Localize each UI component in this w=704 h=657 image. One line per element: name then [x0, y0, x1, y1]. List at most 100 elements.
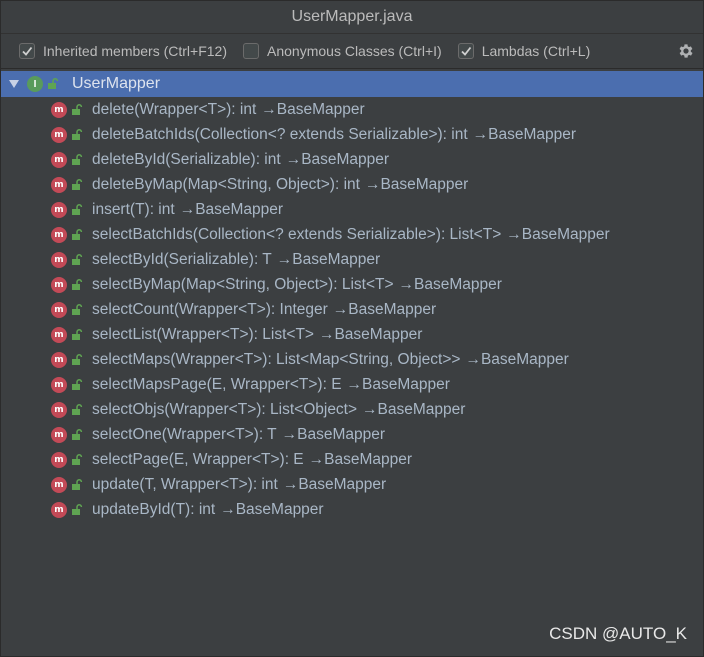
- method-icon: m: [51, 276, 67, 293]
- method-row[interactable]: m deleteBatchIds(Collection<? extends Se…: [1, 122, 703, 147]
- method-signature: selectMaps(Wrapper<T>): List<Map<String,…: [92, 350, 461, 368]
- method-icon: m: [51, 426, 67, 443]
- gear-icon[interactable]: [677, 42, 695, 60]
- method-signature: selectObjs(Wrapper<T>): List<Object>: [92, 400, 358, 418]
- method-origin: →BaseMapper: [261, 100, 365, 118]
- public-lock-icon: [48, 78, 59, 89]
- public-lock-icon: [72, 228, 83, 240]
- method-icon: m: [51, 151, 67, 168]
- method-row[interactable]: m selectOne(Wrapper<T>): T →BaseMapper: [1, 422, 703, 447]
- method-icon: m: [51, 176, 67, 193]
- method-signature: deleteById(Serializable): int: [92, 150, 281, 168]
- method-signature: selectById(Serializable): T: [92, 250, 272, 268]
- lambdas-checkbox[interactable]: [457, 43, 474, 59]
- method-row[interactable]: m selectById(Serializable): T →BaseMappe…: [1, 247, 703, 272]
- method-origin: →BaseMapper: [281, 425, 386, 443]
- method-icon: m: [51, 201, 67, 218]
- anonymous-classes-label: Anonymous Classes (Ctrl+I): [267, 43, 442, 59]
- method-row[interactable]: m selectMapsPage(E, Wrapper<T>): E →Base…: [1, 372, 703, 397]
- method-origin: →BaseMapper: [332, 300, 437, 318]
- public-lock-icon: [72, 378, 83, 390]
- method-origin: →BaseMapper: [179, 200, 284, 218]
- method-row[interactable]: m selectObjs(Wrapper<T>): List<Object> →…: [1, 397, 703, 422]
- public-lock-icon: [72, 453, 83, 465]
- method-row[interactable]: m insert(T): int →BaseMapper: [1, 197, 703, 222]
- method-origin: →BaseMapper: [362, 400, 466, 418]
- filter-toolbar: Inherited members (Ctrl+F12) Anonymous C…: [1, 34, 703, 69]
- method-row[interactable]: m selectByMap(Map<String, Object>): List…: [1, 272, 703, 297]
- public-lock-icon: [72, 328, 83, 340]
- inherited-members-option[interactable]: Inherited members (Ctrl+F12): [19, 43, 227, 59]
- method-origin: →BaseMapper: [318, 325, 423, 343]
- window-title: UserMapper.java: [291, 8, 413, 25]
- method-signature: selectMapsPage(E, Wrapper<T>): E: [92, 375, 342, 393]
- method-icon: m: [51, 251, 67, 268]
- method-icon: m: [51, 351, 67, 368]
- method-row[interactable]: m delete(Wrapper<T>): int →BaseMapper: [1, 97, 703, 122]
- method-signature: selectByMap(Map<String, Object>): List<T…: [92, 275, 394, 293]
- method-origin: →BaseMapper: [220, 500, 324, 518]
- lambdas-option[interactable]: Lambdas (Ctrl+L): [457, 43, 590, 59]
- method-origin: →BaseMapper: [506, 225, 610, 243]
- public-lock-icon: [72, 178, 83, 190]
- method-row[interactable]: m updateById(T): int →BaseMapper: [1, 497, 703, 522]
- public-lock-icon: [72, 253, 83, 265]
- public-lock-icon: [72, 203, 83, 215]
- method-signature: update(T, Wrapper<T>): int: [92, 475, 278, 493]
- public-lock-icon: [72, 503, 83, 515]
- method-icon: m: [51, 501, 67, 518]
- public-lock-icon: [72, 153, 83, 165]
- method-signature: deleteByMap(Map<String, Object>): int: [92, 175, 360, 193]
- public-lock-icon: [72, 403, 83, 415]
- public-lock-icon: [72, 278, 83, 290]
- method-icon: m: [51, 476, 67, 493]
- method-icon: m: [51, 126, 67, 143]
- method-signature: deleteBatchIds(Collection<? extends Seri…: [92, 125, 468, 143]
- method-icon: m: [51, 401, 67, 418]
- structure-tree: I UserMapper m delete(Wrapper<T>): int →…: [1, 69, 703, 522]
- inherited-members-label: Inherited members (Ctrl+F12): [43, 43, 228, 59]
- method-origin: →BaseMapper: [276, 250, 381, 268]
- method-signature: selectPage(E, Wrapper<T>): E: [92, 450, 304, 468]
- method-icon: m: [51, 226, 67, 243]
- method-row[interactable]: m deleteById(Serializable): int →BaseMap…: [1, 147, 703, 172]
- method-origin: →BaseMapper: [308, 450, 413, 468]
- public-lock-icon: [72, 303, 83, 315]
- method-row[interactable]: m selectBatchIds(Collection<? extends Se…: [1, 222, 703, 247]
- method-row[interactable]: m update(T, Wrapper<T>): int →BaseMapper: [1, 472, 703, 497]
- title-bar: UserMapper.java: [1, 1, 703, 34]
- method-origin: →BaseMapper: [465, 350, 569, 368]
- method-row[interactable]: m selectCount(Wrapper<T>): Integer →Base…: [1, 297, 703, 322]
- method-icon: m: [51, 326, 67, 343]
- method-origin: →BaseMapper: [398, 275, 502, 293]
- method-signature: insert(T): int: [92, 200, 175, 218]
- interface-icon: I: [27, 76, 43, 92]
- public-lock-icon: [72, 478, 83, 490]
- tree-root-label: UserMapper: [72, 75, 161, 92]
- method-signature: selectBatchIds(Collection<? extends Seri…: [92, 225, 502, 243]
- tree-root-usermapper[interactable]: I UserMapper: [1, 71, 703, 97]
- method-row[interactable]: m selectMaps(Wrapper<T>): List<Map<Strin…: [1, 347, 703, 372]
- public-lock-icon: [72, 428, 83, 440]
- method-row[interactable]: m selectList(Wrapper<T>): List<T> →BaseM…: [1, 322, 703, 347]
- method-icon: m: [51, 101, 67, 118]
- method-icon: m: [51, 376, 67, 393]
- method-signature: selectOne(Wrapper<T>): T: [92, 425, 277, 443]
- structure-popup: UserMapper.java Inherited members (Ctrl+…: [0, 0, 704, 657]
- checkmark-icon: [461, 46, 471, 56]
- method-origin: →BaseMapper: [472, 125, 577, 143]
- method-signature: updateById(T): int: [92, 500, 216, 518]
- method-list: m delete(Wrapper<T>): int →BaseMapper m …: [1, 97, 703, 522]
- method-origin: →BaseMapper: [346, 375, 450, 393]
- inherited-members-checkbox[interactable]: [19, 43, 35, 59]
- watermark: CSDN @AUTO_K: [549, 624, 687, 643]
- method-row[interactable]: m deleteByMap(Map<String, Object>): int …: [1, 172, 703, 197]
- public-lock-icon: [72, 103, 83, 115]
- anonymous-classes-option[interactable]: Anonymous Classes (Ctrl+I): [243, 43, 442, 59]
- method-origin: →BaseMapper: [285, 150, 390, 168]
- method-row[interactable]: m selectPage(E, Wrapper<T>): E →BaseMapp…: [1, 447, 703, 472]
- method-origin: →BaseMapper: [282, 475, 387, 493]
- public-lock-icon: [72, 353, 83, 365]
- anonymous-classes-checkbox[interactable]: [243, 43, 260, 59]
- expand-arrow-icon[interactable]: [5, 79, 23, 89]
